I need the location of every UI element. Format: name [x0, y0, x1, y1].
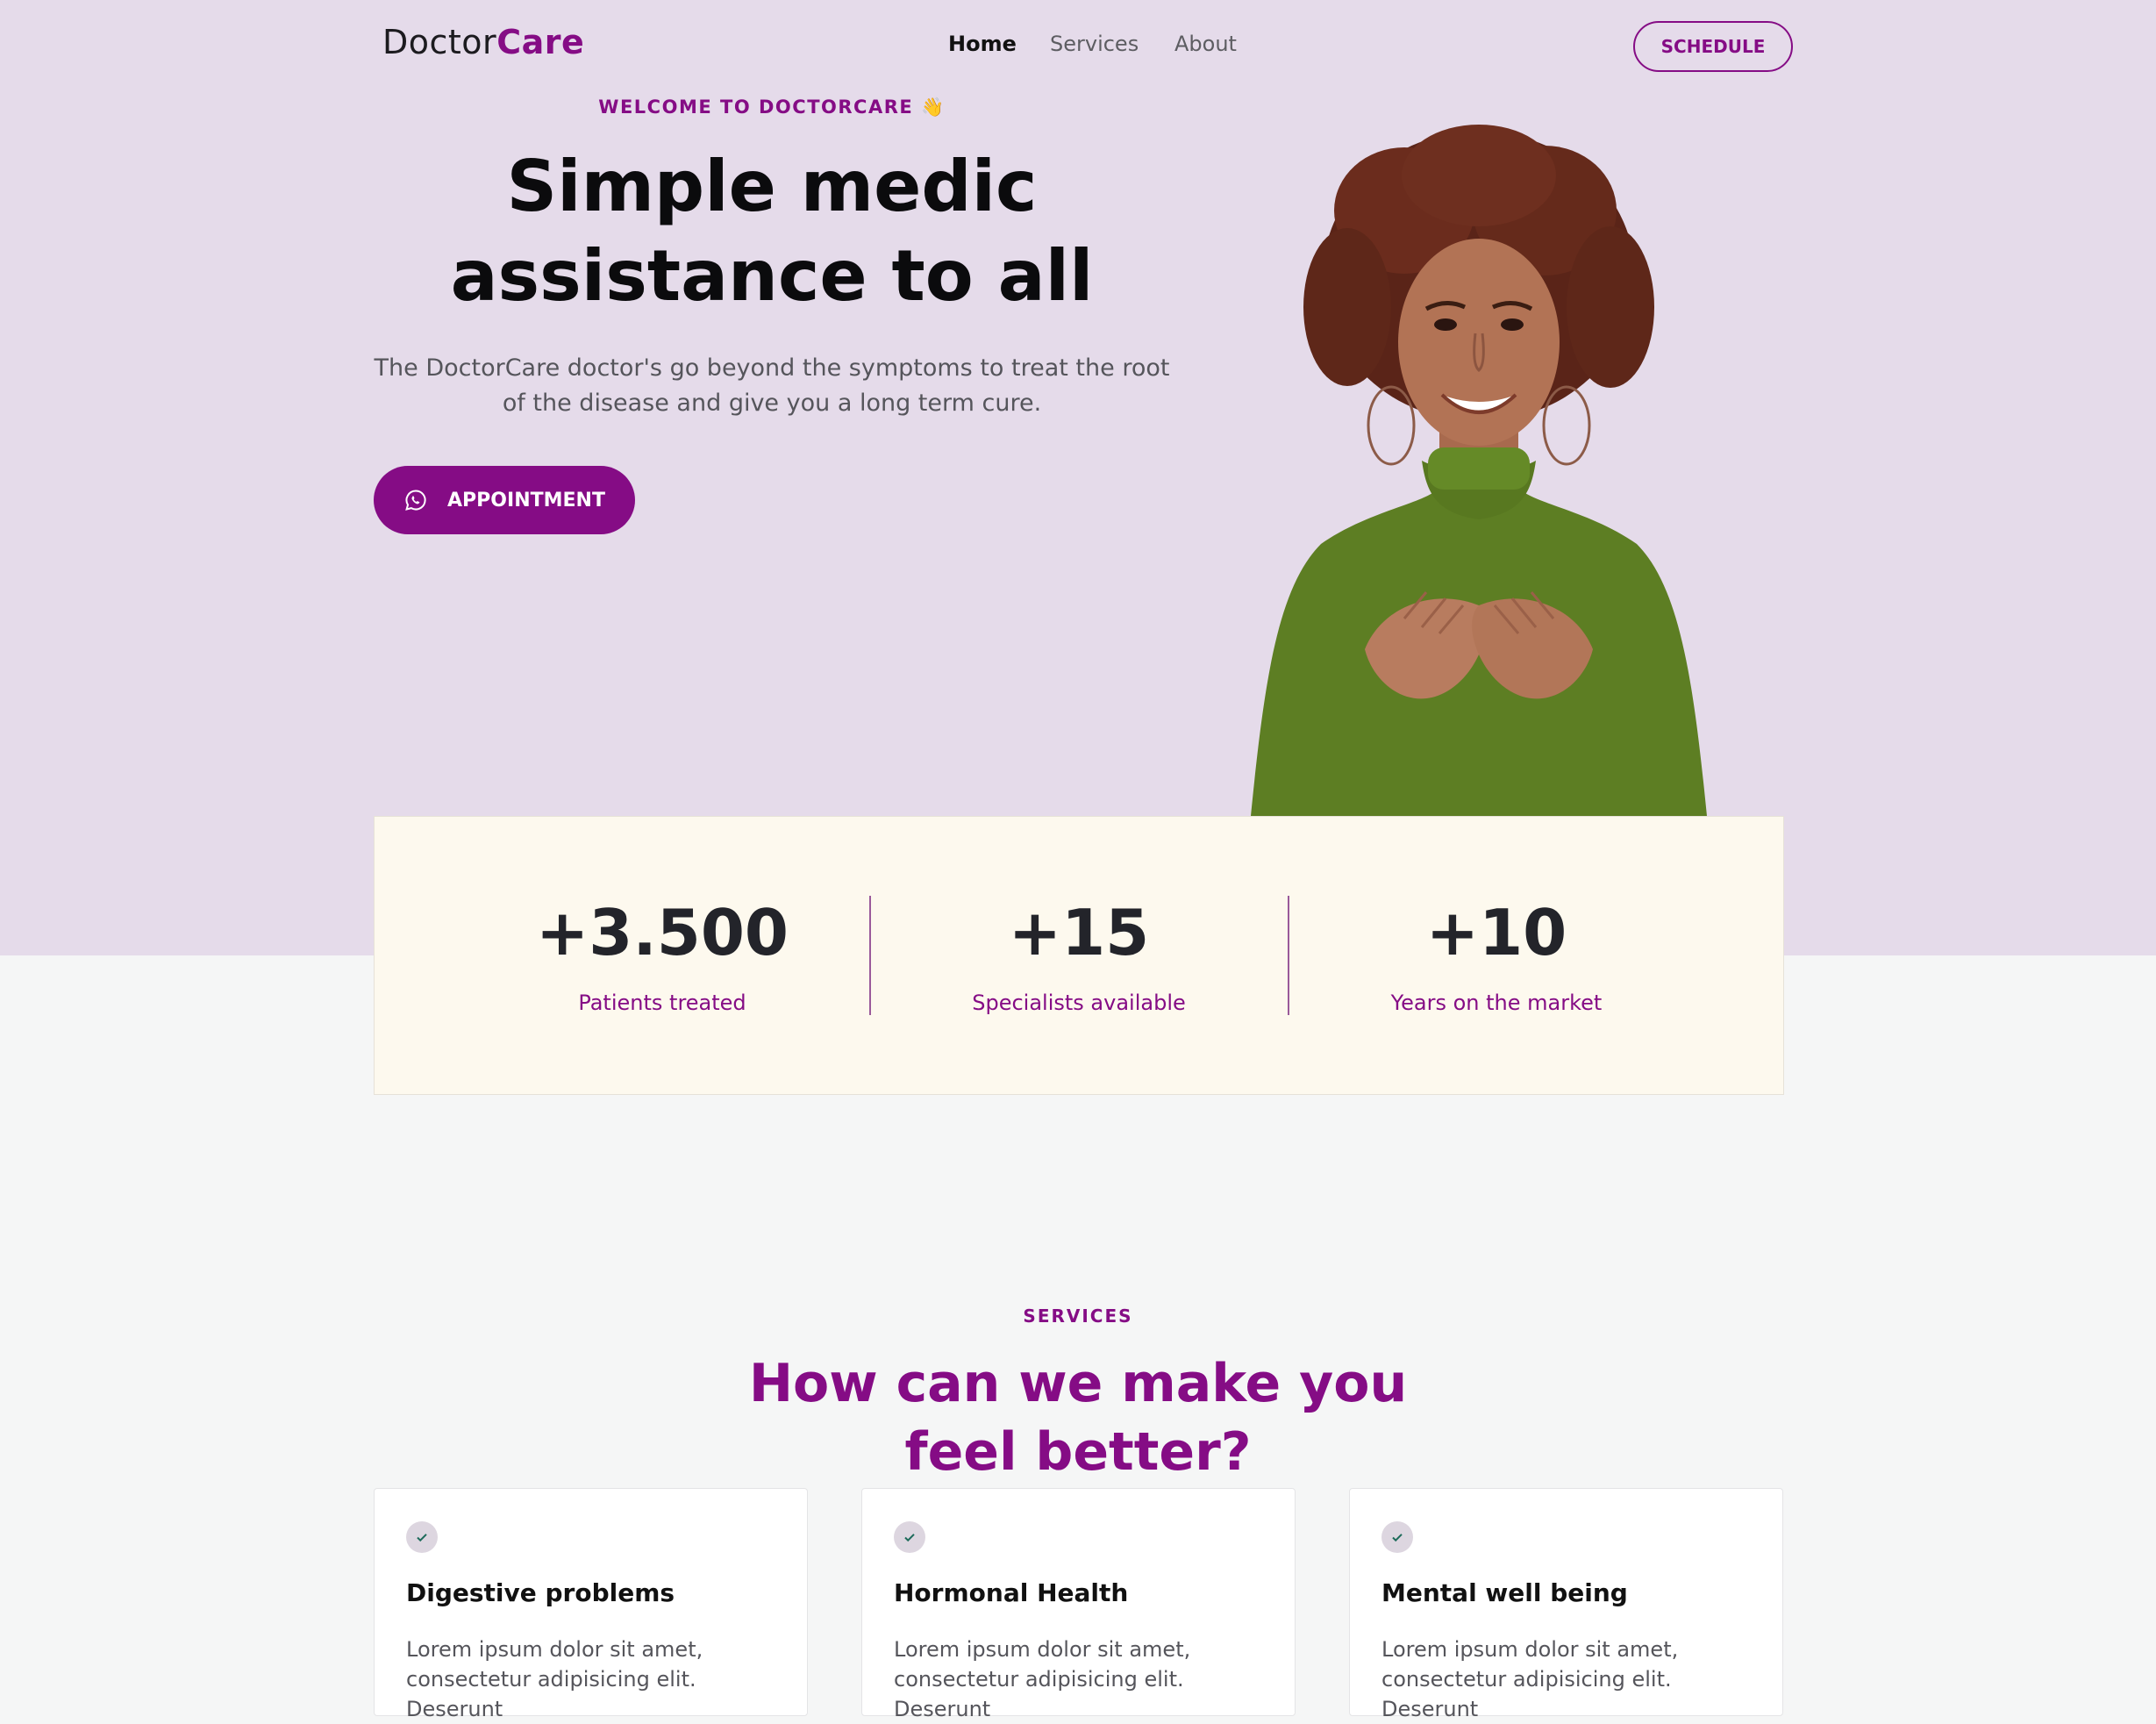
whatsapp-icon: [403, 488, 428, 512]
stat-divider: [1288, 896, 1289, 1015]
stat-label: Years on the market: [1390, 991, 1603, 1015]
hero-portrait-image: [1251, 125, 1707, 816]
service-card-title: Digestive problems: [406, 1578, 675, 1607]
stat-number: +10: [1425, 896, 1567, 969]
stat-number: +3.500: [535, 896, 789, 969]
schedule-button[interactable]: SCHEDULE: [1633, 21, 1793, 72]
stat-years: +10 Years on the market: [1321, 896, 1672, 1015]
check-icon: [1381, 1521, 1413, 1553]
nav-services[interactable]: Services: [1050, 32, 1139, 56]
service-card-title: Mental well being: [1381, 1578, 1628, 1607]
stat-specialists: +15 Specialists available: [903, 896, 1254, 1015]
check-icon: [894, 1521, 925, 1553]
stat-divider: [869, 896, 871, 1015]
nav-about[interactable]: About: [1174, 32, 1237, 56]
appointment-label: APPOINTMENT: [447, 489, 605, 511]
check-icon: [406, 1521, 438, 1553]
service-card-title: Hormonal Health: [894, 1578, 1129, 1607]
logo[interactable]: DoctorCare: [382, 23, 584, 61]
logo-text-accent: Care: [496, 23, 585, 61]
service-card-body: Lorem ipsum dolor sit amet, consectetur …: [406, 1637, 703, 1721]
stat-label: Specialists available: [972, 991, 1186, 1015]
service-card-body: Lorem ipsum dolor sit amet, consectetur …: [1381, 1637, 1679, 1721]
hero-subtext: The DoctorCare doctor's go beyond the sy…: [374, 354, 1170, 417]
stat-number: +15: [1008, 896, 1150, 969]
service-card-hormonal[interactable]: Hormonal Health Lorem ipsum dolor sit am…: [861, 1488, 1296, 1721]
stat-label: Patients treated: [578, 991, 746, 1015]
services-title: How can we make you feel better?: [748, 1353, 1408, 1483]
service-card-digestive[interactable]: Digestive problems Lorem ipsum dolor sit…: [374, 1488, 808, 1721]
hero-headline: Simple medic assistance to all: [450, 146, 1094, 317]
services-kicker: SERVICES: [1023, 1306, 1133, 1327]
hero-kicker: WELCOME TO DOCTORCARE 👋: [598, 97, 946, 118]
stats-panel: +3.500 Patients treated +15 Specialists …: [374, 816, 1784, 1095]
stat-patients: +3.500 Patients treated: [487, 896, 838, 1015]
logo-text-primary: Doctor: [382, 23, 497, 61]
service-card-body: Lorem ipsum dolor sit amet, consectetur …: [894, 1637, 1191, 1721]
nav-home[interactable]: Home: [948, 32, 1017, 56]
service-card-mental[interactable]: Mental well being Lorem ipsum dolor sit …: [1349, 1488, 1783, 1721]
appointment-button[interactable]: APPOINTMENT: [374, 466, 635, 534]
